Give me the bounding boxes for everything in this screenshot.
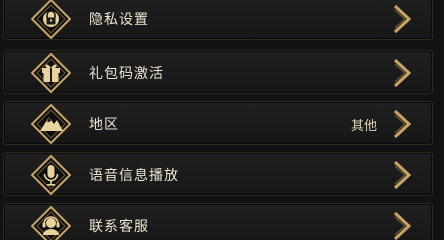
menu-item-customer-service[interactable]: 联系客服: [3, 203, 433, 240]
microphone-icon: [31, 155, 71, 195]
chevron-right-icon: [391, 211, 413, 240]
menu-item-region[interactable]: 地区 其他: [3, 101, 433, 145]
gift-icon: [31, 53, 71, 93]
chevron-right-icon: [391, 4, 413, 34]
menu-item-label: 地区: [89, 117, 119, 133]
headset-icon: [31, 206, 71, 240]
chevron-right-icon: [391, 58, 413, 88]
menu-item-label: 礼包码激活: [89, 66, 164, 82]
menu-item-privacy[interactable]: 隐私设置: [3, 0, 433, 40]
menu-item-gift-code[interactable]: 礼包码激活: [3, 50, 433, 94]
menu-item-label: 隐私设置: [89, 12, 149, 28]
region-value: 其他: [350, 119, 377, 134]
settings-screen: 隐私设置 礼包码激活 地区 其他 语音信息播放 联系客服: [0, 0, 444, 240]
mountain-icon: [31, 104, 71, 144]
menu-item-label: 联系客服: [89, 219, 149, 235]
chevron-right-icon: [391, 160, 413, 190]
menu-item-voice-playback[interactable]: 语音信息播放: [3, 152, 433, 196]
chevron-right-icon: [391, 109, 413, 139]
menu-item-label: 语音信息播放: [89, 168, 179, 184]
lock-icon: [31, 0, 71, 39]
